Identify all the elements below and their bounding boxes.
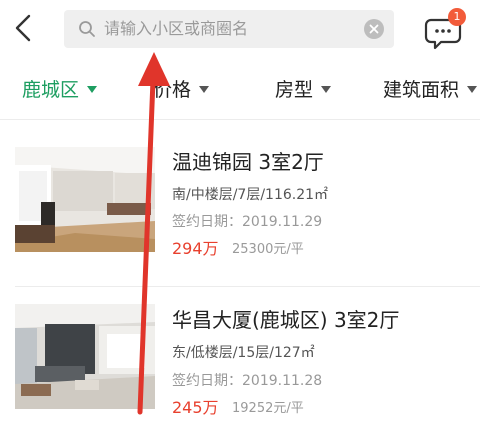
living-room-photo: [15, 304, 155, 409]
listing-price: 245万: [172, 398, 219, 417]
filter-area[interactable]: 建筑面积: [383, 75, 478, 102]
search-icon: [79, 21, 95, 37]
listing-signed-date: 签约日期：2019.11.29: [172, 214, 323, 230]
listing-unit-price: 19252元/平: [232, 401, 304, 416]
filter-bar: 鹿城区 价格 房型 建筑面积: [0, 58, 480, 120]
unread-badge: 1: [448, 8, 466, 26]
caret-down-icon: [87, 86, 98, 93]
filter-district[interactable]: 鹿城区: [22, 75, 98, 102]
caret-down-icon: [467, 86, 478, 93]
living-room-photo: [15, 147, 155, 252]
listing-title[interactable]: 温迪锦园 3室2厅: [172, 146, 324, 175]
listing-meta: 东/低楼层/15层/127㎡: [172, 345, 315, 361]
back-button[interactable]: [10, 12, 36, 44]
listing-unit-price: 25300元/平: [232, 242, 304, 257]
listing-title[interactable]: 华昌大厦(鹿城区) 3室2厅: [172, 304, 399, 333]
messages-button[interactable]: 1: [424, 8, 470, 52]
listing-meta: 南/中楼层/7层/116.21㎡: [172, 187, 329, 203]
search-placeholder[interactable]: 请输入小区或商圈名: [104, 19, 248, 39]
chevron-left-icon: [15, 14, 31, 42]
caret-down-icon: [199, 86, 210, 93]
clear-search-button[interactable]: [364, 19, 384, 39]
filter-price[interactable]: 价格: [153, 75, 210, 102]
listing-photo[interactable]: [15, 147, 155, 252]
listing-price: 294万: [172, 239, 219, 258]
filter-district-label: 鹿城区: [22, 79, 80, 101]
filter-price-label: 价格: [153, 79, 192, 101]
listing-signed-date: 签约日期：2019.11.28: [172, 373, 323, 389]
filter-layout-label: 房型: [275, 79, 314, 101]
top-bar: 请输入小区或商圈名 1: [0, 0, 480, 58]
listing-item[interactable]: 温迪锦园 3室2厅 南/中楼层/7层/116.21㎡ 签约日期：2019.11.…: [0, 132, 480, 287]
filter-area-label: 建筑面积: [383, 79, 460, 101]
listing-item[interactable]: 华昌大厦(鹿城区) 3室2厅 东/低楼层/15层/127㎡ 签约日期：2019.…: [0, 287, 480, 424]
close-icon: [369, 24, 379, 34]
listing-photo[interactable]: [15, 304, 155, 409]
search-bar[interactable]: 请输入小区或商圈名: [64, 10, 394, 48]
caret-down-icon: [321, 86, 332, 93]
filter-layout[interactable]: 房型: [275, 75, 332, 102]
